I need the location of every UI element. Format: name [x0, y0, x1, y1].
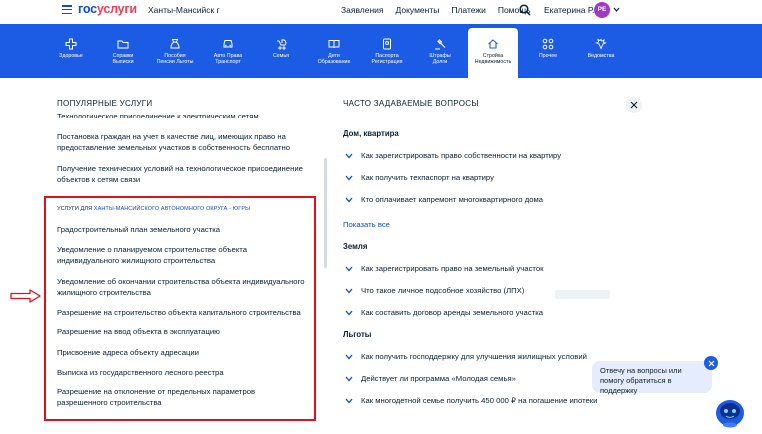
category-children[interactable]: Дети Образование	[311, 28, 357, 74]
category-health[interactable]: Здоровье	[48, 28, 94, 74]
chevron-down-icon	[345, 310, 353, 316]
top-nav: Заявления Документы Платежи Помощь	[341, 5, 531, 15]
house-icon	[488, 39, 498, 49]
search-icon[interactable]	[519, 4, 531, 16]
category-passports[interactable]: Паспорта Регистрация	[364, 28, 410, 74]
menu-icon[interactable]	[62, 5, 72, 15]
category-fines[interactable]: Штрафы Долги	[417, 28, 463, 74]
faq-group-title: Льготы	[343, 330, 372, 339]
regional-services-heading: УСЛУГИ ДЛЯ ХАНТЫ-МАНСИЙСКОГО АВТОНОМНОГО…	[57, 206, 251, 212]
chevron-down-icon	[345, 354, 353, 360]
nav-documents[interactable]: Документы	[396, 5, 440, 15]
emblem-icon	[595, 38, 607, 50]
regional-service-link[interactable]: Разрешение на ввод объекта в эксплуатаци…	[57, 326, 307, 337]
grid-icon	[542, 38, 554, 50]
faded-placeholder	[555, 290, 610, 299]
faq-group-title: Дом, квартира	[343, 129, 399, 138]
nav-applications[interactable]: Заявления	[341, 5, 384, 15]
chevron-down-icon	[345, 376, 353, 382]
gosuslugi-logo[interactable]: госуслуги	[78, 2, 137, 16]
faq-item[interactable]: Как получить техпаспорт на квартиру	[345, 173, 494, 183]
service-link[interactable]: Получение технических условий на техноло…	[57, 163, 307, 185]
chevron-down-icon[interactable]	[613, 6, 620, 13]
scrollbar[interactable]	[324, 158, 327, 268]
regional-service-link[interactable]: Разрешение на отклонение от предельных п…	[57, 386, 307, 408]
show-all-link[interactable]: Показать все	[343, 220, 390, 229]
close-button[interactable]	[626, 97, 642, 113]
chevron-down-icon	[345, 197, 353, 203]
regional-service-link[interactable]: Уведомление о планируемом строительстве …	[57, 244, 307, 266]
chevron-down-icon	[345, 153, 353, 159]
chevron-down-icon	[345, 288, 353, 294]
chevron-down-icon	[345, 175, 353, 181]
regional-service-link[interactable]: Выписка из государственного лесного реес…	[57, 367, 307, 378]
stroller-icon	[277, 39, 287, 50]
faq-item[interactable]: Как составить договор аренды земельного …	[345, 308, 543, 318]
faq-item[interactable]: Как многодетной семье получить 450 000 ₽…	[345, 396, 597, 406]
top-header: госуслуги Ханты-Мансийск г Заявления Док…	[0, 0, 762, 24]
avatar[interactable]: РЕ	[594, 2, 610, 18]
faq-item[interactable]: Как получить господдержку для улучшения …	[345, 352, 587, 362]
car-icon	[223, 40, 233, 48]
gavel-icon	[435, 39, 446, 50]
passport-icon	[383, 38, 391, 50]
regional-service-link[interactable]: Уведомление об окончании строительства о…	[57, 276, 307, 298]
close-icon	[708, 360, 714, 366]
folder-icon	[117, 40, 129, 49]
faq-title: ЧАСТО ЗАДАВАЕМЫЕ ВОПРОСЫ	[343, 99, 479, 108]
user-name[interactable]: Екатерина Р.	[544, 5, 594, 15]
service-link[interactable]: Постановка граждан на учет в качестве ли…	[57, 131, 307, 153]
faq-item[interactable]: Как зарегистрировать право собственности…	[345, 151, 561, 161]
faq-item[interactable]: Что такое личное подсобное хозяйство (ЛП…	[345, 286, 524, 296]
health-icon	[65, 38, 77, 50]
category-certificates[interactable]: Справки Выписки	[100, 28, 146, 74]
chevron-down-icon	[345, 266, 353, 272]
category-auto[interactable]: Авто Права Транспорт	[205, 28, 251, 74]
faq-item[interactable]: Действует ли программа «Молодая семья»	[345, 374, 516, 384]
regional-service-link[interactable]: Градостроительный план земельного участк…	[57, 224, 307, 235]
popular-services-title: ПОПУЛЯРНЫЕ УСЛУГИ	[57, 99, 153, 108]
service-link[interactable]: Технологическое присоединение к электрич…	[57, 113, 307, 118]
arrow-right-icon	[10, 289, 41, 303]
nav-payments[interactable]: Платежи	[451, 5, 485, 15]
assistant-robot-icon[interactable]	[712, 394, 748, 428]
chat-bubble[interactable]: Отвечу на вопросы или помогу обратиться …	[592, 361, 712, 395]
category-family[interactable]: Семья	[258, 28, 304, 74]
faq-item[interactable]: Кто оплачивает капремонт многоквартирног…	[345, 195, 543, 205]
bag-icon	[170, 39, 180, 49]
category-other[interactable]: Прочее	[525, 28, 571, 74]
category-agencies[interactable]: Ведомства	[578, 28, 624, 74]
category-benefits[interactable]: Пособия Пенсии Льготы	[152, 28, 198, 74]
chat-close-button[interactable]	[704, 356, 718, 370]
category-construction[interactable]: Стройка Недвижимость	[468, 28, 518, 78]
book-icon	[328, 40, 340, 49]
faq-item[interactable]: Как зарегистрировать право на земельный …	[345, 264, 543, 274]
region-selector[interactable]: Ханты-Мансийск г	[148, 5, 220, 15]
chevron-down-icon	[345, 398, 353, 404]
faq-group-title: Земля	[343, 242, 368, 251]
close-icon	[630, 101, 638, 109]
regional-service-link[interactable]: Присвоение адреса объекту адресации	[57, 347, 307, 358]
regional-service-link[interactable]: Разрешение на строительство объекта капи…	[57, 307, 307, 318]
